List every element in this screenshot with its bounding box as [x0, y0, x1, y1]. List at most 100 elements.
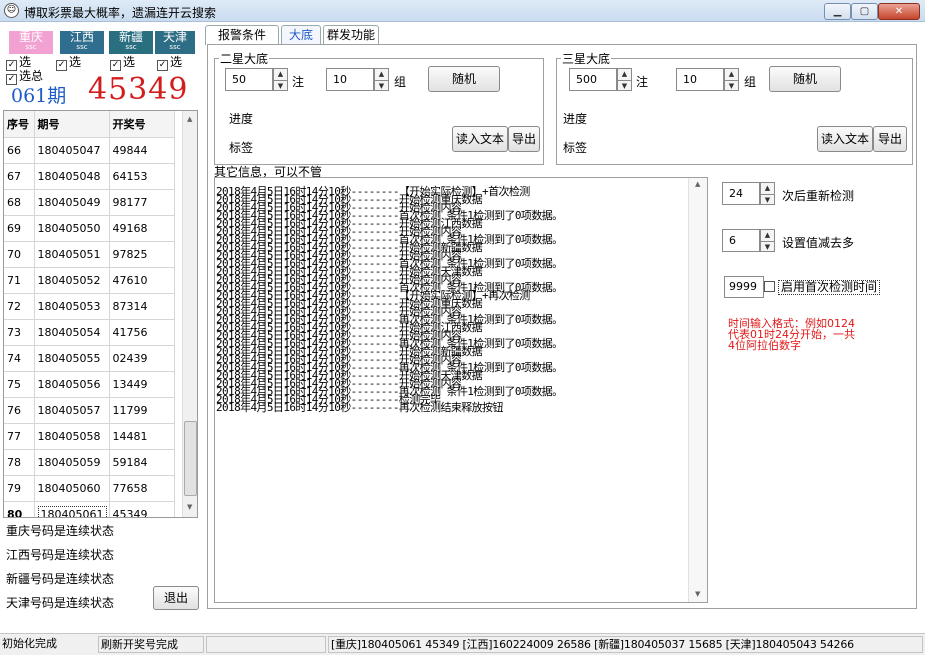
province-badge-tianjin[interactable]: 天津 ssc: [155, 31, 195, 54]
spin-down-icon[interactable]: ▼: [761, 241, 774, 252]
status-line-xinjiang: 新疆号码是连续状态: [6, 572, 115, 586]
first-check-time-label[interactable]: 启用首次检测时间: [778, 280, 881, 295]
grid-scrollbar[interactable]: ▲ ▼: [182, 111, 197, 517]
checkbox-chongqing[interactable]: ✓ 选: [6, 55, 31, 71]
spin-up-icon[interactable]: ▲: [618, 69, 631, 80]
spin-down-icon[interactable]: ▼: [761, 194, 774, 205]
table-row[interactable]: 78 180405059 59184: [4, 449, 175, 476]
checkbox-xinjiang[interactable]: ✓ 选: [110, 55, 135, 71]
two-star-groups-input[interactable]: 10: [326, 68, 374, 91]
reduce-value-input[interactable]: 6: [722, 229, 760, 252]
draw-results-grid[interactable]: 序号 期号 开奖号 66 180405047 49844 67 180405048 64…: [3, 110, 198, 518]
table-row[interactable]: 74 180405055 02439: [4, 345, 175, 372]
table-row[interactable]: 69 180405050 49168: [4, 215, 175, 242]
table-row[interactable]: 73 180405054 41756: [4, 319, 175, 346]
scroll-down-arrow-icon[interactable]: ▼: [187, 503, 192, 511]
latest-number: 45349: [88, 72, 189, 107]
time-format-hint: 时间输入格式：例如0124 代表01时24分开始，一共 4位阿拉伯数字: [728, 318, 913, 351]
table-row[interactable]: 77 180405058 14481: [4, 423, 175, 450]
column-header-period[interactable]: 期号: [34, 111, 110, 138]
cell-index: 77: [4, 423, 35, 450]
spin-up-icon[interactable]: ▲: [761, 183, 774, 194]
status-line-tianjin: 天津号码是连续状态: [6, 596, 115, 610]
recheck-interval-spinner[interactable]: ▲ ▼: [760, 182, 775, 205]
two-star-count-unit: 注: [292, 75, 305, 89]
three-star-count-unit: 注: [636, 75, 649, 89]
table-row[interactable]: 66 180405047 49844: [4, 137, 175, 164]
cell-period[interactable]: 180405061: [34, 501, 110, 517]
maximize-button[interactable]: ▢: [851, 3, 878, 20]
scroll-thumb[interactable]: [184, 421, 197, 496]
spin-down-icon[interactable]: ▼: [618, 80, 631, 91]
column-header-index[interactable]: 序号: [4, 111, 35, 138]
tab-dadi[interactable]: 大底: [281, 25, 321, 45]
table-row[interactable]: 67 180405048 64153: [4, 163, 175, 190]
province-sub: ssc: [169, 43, 181, 51]
checkbox-tianjin[interactable]: ✓ 选: [157, 55, 182, 71]
draw-table: 序号 期号 开奖号 66 180405047 49844 67 180405048 64…: [4, 111, 175, 517]
table-row[interactable]: 71 180405052 47610: [4, 267, 175, 294]
two-star-groups-spinner[interactable]: ▲ ▼: [374, 68, 389, 91]
minimize-button[interactable]: ▁: [824, 3, 851, 20]
check-mark-icon: ✓: [110, 60, 121, 71]
cell-index: 71: [4, 267, 35, 294]
table-row[interactable]: 75 180405056 13449: [4, 371, 175, 398]
table-row[interactable]: 79 180405060 77658: [4, 475, 175, 502]
province-name: 重庆: [18, 30, 43, 44]
province-badge-jiangxi[interactable]: 江西 ssc: [60, 31, 104, 54]
three-star-count-spinner[interactable]: ▲ ▼: [617, 68, 632, 91]
scroll-up-arrow-icon[interactable]: ▲: [695, 180, 700, 188]
three-star-read-text-button[interactable]: 读入文本: [817, 126, 873, 152]
three-star-random-button[interactable]: 随机: [769, 66, 841, 92]
close-button[interactable]: ✕: [878, 3, 920, 20]
province-badge-chongqing[interactable]: 重庆 ssc: [9, 31, 53, 54]
two-star-count-input[interactable]: 50: [225, 68, 273, 91]
cell-index: 79: [4, 475, 35, 502]
two-star-progress-label: 进度: [229, 112, 254, 126]
three-star-count-input[interactable]: 500: [569, 68, 617, 91]
reduce-value-spinner[interactable]: ▲ ▼: [760, 229, 775, 252]
two-star-count-spinner[interactable]: ▲ ▼: [273, 68, 288, 91]
province-badge-xinjiang[interactable]: 新疆 ssc: [109, 31, 153, 54]
cell-index: 74: [4, 345, 35, 372]
scroll-down-arrow-icon[interactable]: ▼: [695, 590, 700, 598]
recheck-interval-input[interactable]: 24: [722, 182, 760, 205]
cell-number: 77658: [109, 475, 175, 502]
tab-broadcast[interactable]: 群发功能: [323, 25, 379, 45]
province-sub: ssc: [76, 43, 88, 51]
cell-period: 180405056: [34, 371, 110, 398]
column-header-number[interactable]: 开奖号: [109, 111, 175, 138]
tab-alarm-conditions[interactable]: 报警条件: [205, 25, 279, 45]
table-row-current[interactable]: 80 180405061 45349: [4, 501, 175, 517]
spin-up-icon[interactable]: ▲: [274, 69, 287, 80]
checkbox-jiangxi[interactable]: ✓ 选: [56, 55, 81, 71]
two-star-read-text-button[interactable]: 读入文本: [452, 126, 508, 152]
cell-period: 180405052: [34, 267, 110, 294]
first-check-time-input[interactable]: 9999: [724, 276, 764, 298]
first-check-time-checkbox[interactable]: [764, 281, 775, 292]
check-mark-icon: ✓: [157, 60, 168, 71]
spin-up-icon[interactable]: ▲: [761, 230, 774, 241]
two-star-random-button[interactable]: 随机: [428, 66, 500, 92]
cell-number: 13449: [109, 371, 175, 398]
three-star-groups-input[interactable]: 10: [676, 68, 724, 91]
exit-button[interactable]: 退出: [153, 586, 199, 610]
spin-down-icon[interactable]: ▼: [375, 80, 388, 91]
cell-number: 11799: [109, 397, 175, 424]
table-row[interactable]: 76 180405057 11799: [4, 397, 175, 424]
log-scrollbar[interactable]: ▲ ▼: [688, 178, 707, 602]
table-row[interactable]: 72 180405053 87314: [4, 293, 175, 320]
table-row[interactable]: 68 180405049 98177: [4, 189, 175, 216]
table-row[interactable]: 70 180405051 97825: [4, 241, 175, 268]
three-star-groups-spinner[interactable]: ▲ ▼: [724, 68, 739, 91]
spin-up-icon[interactable]: ▲: [375, 69, 388, 80]
province-name: 江西: [69, 30, 94, 44]
spin-up-icon[interactable]: ▲: [725, 69, 738, 80]
two-star-export-button[interactable]: 导出: [508, 126, 540, 152]
spin-down-icon[interactable]: ▼: [274, 80, 287, 91]
spin-down-icon[interactable]: ▼: [725, 80, 738, 91]
three-star-export-button[interactable]: 导出: [873, 126, 907, 152]
scroll-up-arrow-icon[interactable]: ▲: [187, 115, 192, 123]
cell-period: 180405054: [34, 319, 110, 346]
log-textarea[interactable]: 2018年4月5日16时14分10秒--------【开始实际检测】+首次检测 2…: [214, 177, 708, 603]
